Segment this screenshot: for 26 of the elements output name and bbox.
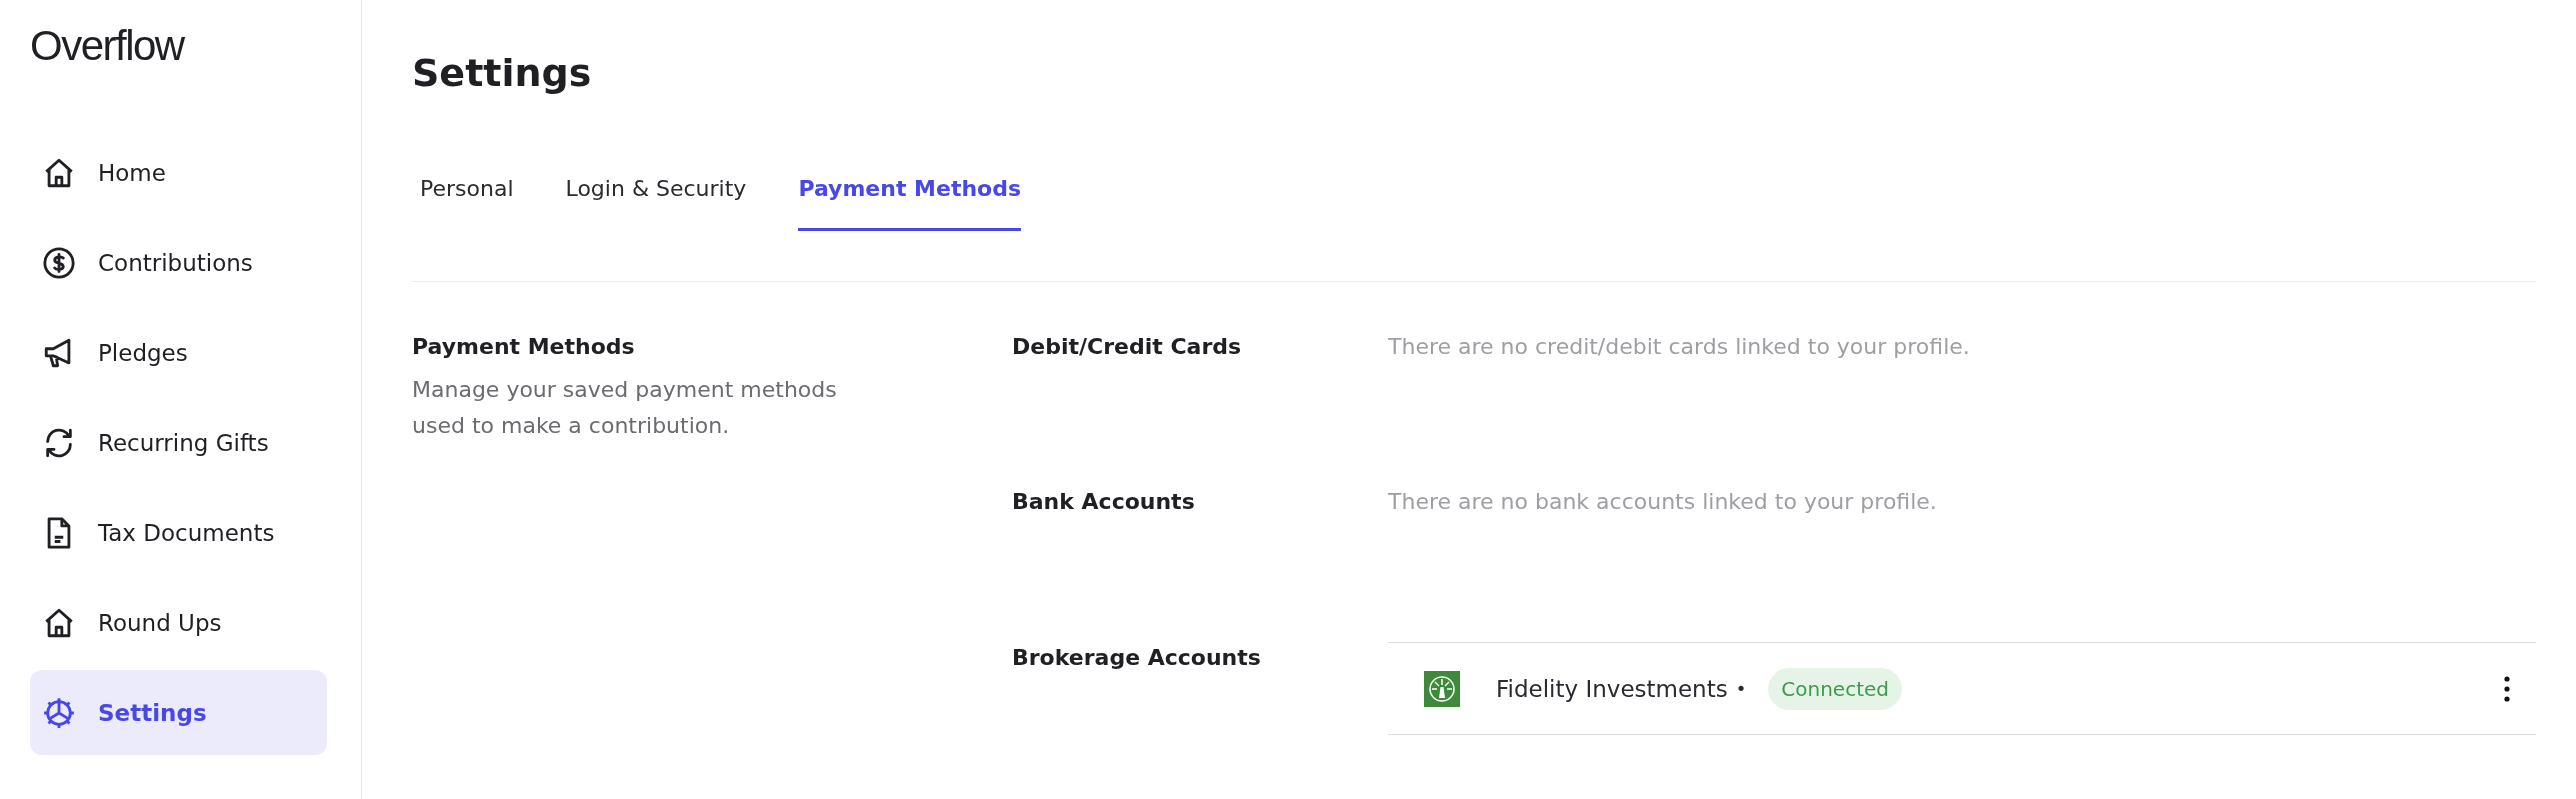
page-title: Settings [412,50,592,96]
sidebar-item[interactable]: Home [30,130,327,215]
group-title: Brokerage Accounts [1012,644,1262,672]
logo-icon [1424,670,1460,707]
separator-dot: • [1735,678,1747,699]
settings-icon [42,695,76,730]
status-badge: Connected [1768,667,1902,710]
group-title: Bank Accounts [1012,488,1196,516]
sidebar-item[interactable]: Round Ups [30,580,327,665]
account-name: Fidelity Investments [1496,675,1728,702]
tab[interactable]: Login & Security [565,174,747,231]
section-title: Payment Methods [412,333,636,361]
empty-message: There are no credit/debit cards linked to your profile. [1388,333,1971,361]
section-description: Manage your saved payment methods used to make a contribution. [412,376,838,440]
group-title: Debit/Credit Cards [1012,333,1243,361]
tab[interactable]: Payment Methods [798,174,1022,231]
more-options-icon[interactable] [2502,673,2512,704]
sidebar-item[interactable]: Tax Documents [30,490,327,575]
sidebar-item[interactable]: Pledges [30,310,327,395]
dollar-icon [42,245,76,280]
tab[interactable]: Personal [420,174,514,231]
sidebar-item[interactable]: Contributions [30,220,327,305]
sidebar-item[interactable]: Settings [30,670,327,755]
brand-logo: Overflow [30,22,184,70]
sidebar-item[interactable]: Recurring Gifts [30,400,327,485]
empty-message: There are no bank accounts linked to your profile. [1388,488,1938,516]
